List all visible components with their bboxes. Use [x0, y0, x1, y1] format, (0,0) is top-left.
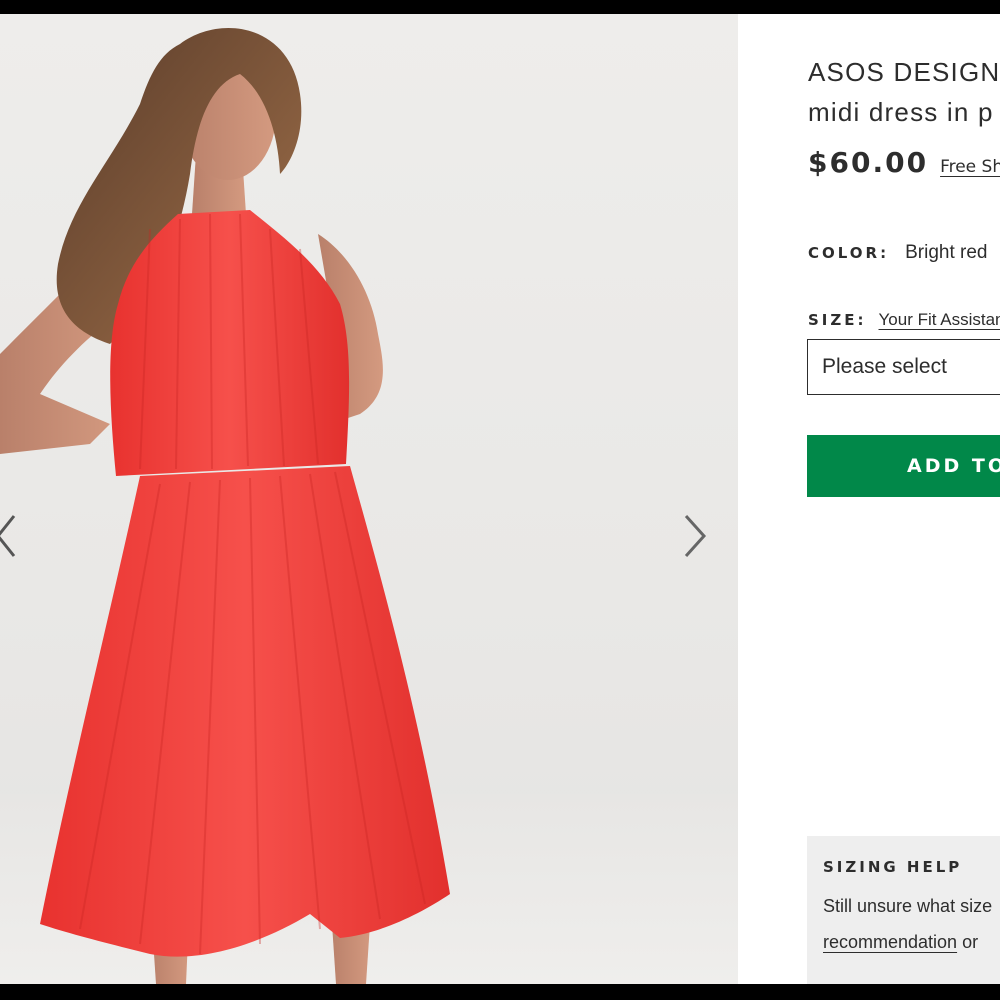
chevron-right-icon [684, 514, 707, 558]
product-price: $60.00 [808, 146, 929, 179]
product-page: ASOS DESIGN midi dress in p $60.00 Free … [0, 14, 1000, 984]
size-row: SIZE: Your Fit Assistan [808, 310, 1000, 330]
free-shipping-link[interactable]: Free Sh [940, 157, 1000, 177]
size-label: SIZE: [808, 311, 867, 329]
sizing-help-line1: Still unsure what size [823, 896, 993, 916]
color-row: COLOR: Bright red [808, 242, 987, 264]
sizing-help-box: SIZING HELP Still unsure what size recom… [807, 836, 1000, 984]
recommendation-link[interactable]: recommendation [823, 932, 957, 952]
color-label: COLOR: [808, 244, 890, 262]
sizing-help-text: Still unsure what size recommendation or [823, 888, 1000, 960]
price-row: $60.00 Free Sh [808, 146, 1000, 179]
gallery-next-button[interactable] [674, 506, 714, 566]
color-value: Bright red [905, 242, 988, 263]
sizing-help-line2: recommendation or [823, 924, 1000, 960]
gallery-prev-button[interactable] [0, 506, 28, 566]
fit-assistant-link[interactable]: Your Fit Assistan [879, 310, 1000, 330]
product-title-line1: ASOS DESIGN [808, 57, 1000, 87]
product-image-gallery [0, 14, 738, 984]
sizing-help-line2-suffix: or [957, 932, 979, 952]
product-details-panel: ASOS DESIGN midi dress in p $60.00 Free … [738, 14, 1000, 984]
chevron-left-icon [0, 515, 16, 557]
sizing-help-title: SIZING HELP [823, 858, 963, 876]
add-to-bag-button[interactable]: ADD TO [807, 435, 1000, 497]
product-photo [0, 28, 450, 984]
product-title-line2: midi dress in p [808, 97, 994, 127]
product-title: ASOS DESIGN midi dress in p [808, 52, 1000, 132]
size-select[interactable]: Please select [807, 339, 1000, 395]
